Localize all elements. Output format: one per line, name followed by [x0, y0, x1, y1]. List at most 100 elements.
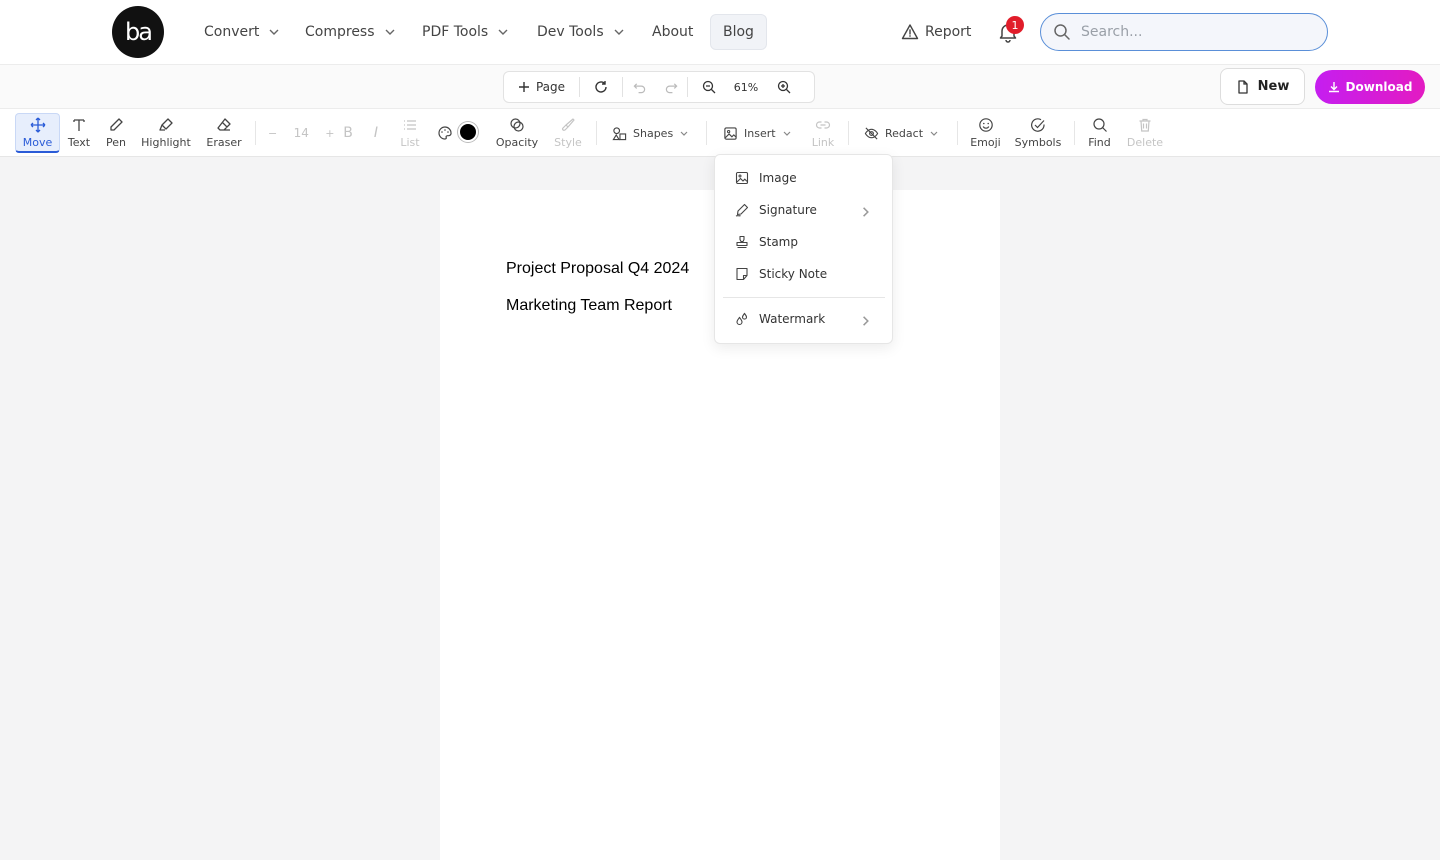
chevron-right-icon: [863, 316, 869, 326]
divider: [255, 121, 256, 145]
insert-menu-button[interactable]: Insert: [723, 113, 792, 153]
tool-style[interactable]: Style: [552, 113, 584, 153]
chevron-down-icon: [930, 131, 938, 136]
insert-stamp[interactable]: Stamp: [715, 227, 892, 257]
droplets-icon: [736, 312, 748, 326]
editor-toolbar: Move Text Pen Highlight Eraser − 14 + B …: [0, 109, 1440, 157]
undo-button[interactable]: [623, 72, 655, 102]
tool-find[interactable]: Find: [1087, 113, 1112, 153]
search-icon: [1054, 24, 1070, 40]
zoom-out-icon: [702, 80, 716, 94]
nav-blog[interactable]: Blog: [710, 14, 767, 50]
divider: [706, 121, 707, 145]
italic-button[interactable]: I: [367, 113, 385, 153]
refresh-icon: [595, 81, 607, 93]
insert-sticky-note[interactable]: Sticky Note: [715, 259, 892, 289]
undo-icon: [633, 82, 645, 93]
warning-triangle-icon: [901, 24, 919, 40]
nav-convert[interactable]: Convert: [204, 14, 281, 50]
new-document-button[interactable]: New: [1220, 68, 1305, 105]
refresh-button[interactable]: [580, 72, 622, 102]
add-page-button[interactable]: Page: [504, 72, 579, 102]
tool-pen[interactable]: Pen: [102, 113, 130, 153]
nav-compress[interactable]: Compress: [305, 14, 397, 50]
tool-highlight[interactable]: Highlight: [140, 113, 192, 153]
insert-image[interactable]: Image: [715, 163, 892, 193]
page-control-bar: Page 61% New Download: [0, 65, 1440, 109]
tool-emoji[interactable]: Emoji: [970, 113, 1001, 153]
chevron-right-icon: [863, 207, 869, 217]
download-button[interactable]: Download: [1315, 70, 1425, 104]
search-box: [1040, 13, 1328, 51]
page-controls: Page 61%: [503, 71, 815, 103]
signature-icon: [735, 203, 749, 217]
zoom-in-icon: [777, 80, 791, 94]
paintbrush-icon: [562, 118, 575, 131]
nav-dev-tools[interactable]: Dev Tools: [537, 14, 626, 50]
divider: [957, 121, 958, 145]
opacity-icon: [510, 118, 524, 132]
nav-about[interactable]: About: [652, 14, 693, 50]
smiley-icon: [978, 118, 993, 132]
top-navigation: ba Convert Compress PDF Tools Dev Tools …: [0, 0, 1440, 65]
tool-link[interactable]: Link: [810, 113, 836, 153]
zoom-level[interactable]: 61%: [730, 72, 762, 102]
nav-pdf-tools[interactable]: PDF Tools: [422, 14, 510, 50]
report-button[interactable]: Report: [901, 14, 971, 50]
redact-menu-button[interactable]: Redact: [864, 113, 939, 153]
trash-icon: [1139, 118, 1151, 132]
bold-button[interactable]: B: [339, 113, 357, 153]
logo[interactable]: ba: [112, 6, 164, 58]
search-input[interactable]: [1081, 24, 1311, 40]
eraser-icon: [217, 118, 231, 131]
sticky-note-icon: [736, 267, 748, 281]
current-color-swatch[interactable]: [458, 122, 478, 142]
palette-icon: [438, 126, 452, 140]
move-icon: [30, 117, 45, 132]
image-icon: [724, 126, 737, 140]
download-icon: [1328, 82, 1339, 93]
image-icon: [735, 171, 749, 185]
tool-text[interactable]: Text: [64, 113, 94, 153]
insert-signature[interactable]: Signature: [715, 195, 892, 225]
chevron-down-icon: [269, 29, 279, 35]
color-palette-button[interactable]: [436, 113, 454, 153]
document-text-line[interactable]: Project Proposal Q4 2024: [506, 260, 689, 278]
shapes-icon: [612, 126, 627, 140]
divider: [1074, 121, 1075, 145]
text-icon: [73, 119, 85, 131]
divider: [596, 121, 597, 145]
search-icon: [1092, 118, 1107, 132]
stamp-icon: [736, 235, 748, 249]
chevron-down-icon: [498, 29, 508, 35]
plus-icon: [518, 82, 529, 92]
link-icon: [815, 121, 831, 129]
chevron-down-icon: [385, 29, 395, 35]
tool-opacity[interactable]: Opacity: [494, 113, 540, 153]
list-icon: [404, 120, 416, 130]
tool-symbols[interactable]: Symbols: [1015, 113, 1061, 153]
check-circle-icon: [1031, 118, 1045, 132]
highlighter-icon: [159, 118, 173, 131]
divider: [848, 121, 849, 145]
redo-button[interactable]: [655, 72, 687, 102]
tool-list[interactable]: List: [396, 113, 424, 153]
pen-icon: [110, 118, 123, 131]
redo-icon: [665, 82, 677, 93]
tool-move[interactable]: Move: [15, 113, 60, 153]
insert-watermark[interactable]: Watermark: [715, 304, 892, 334]
chevron-down-icon: [680, 131, 688, 136]
notification-badge: 1: [1006, 16, 1024, 34]
divider: [723, 297, 885, 298]
font-size-increase[interactable]: +: [325, 127, 334, 140]
shapes-menu-button[interactable]: Shapes: [612, 113, 689, 153]
chevron-down-icon: [614, 29, 624, 35]
eye-off-icon: [864, 126, 879, 140]
zoom-in-button[interactable]: [762, 72, 806, 102]
zoom-out-button[interactable]: [688, 72, 730, 102]
tool-delete[interactable]: Delete: [1127, 113, 1163, 153]
document-text-line[interactable]: Marketing Team Report: [506, 297, 672, 315]
tool-eraser[interactable]: Eraser: [204, 113, 244, 153]
font-size-decrease[interactable]: −: [268, 127, 277, 140]
font-size-value[interactable]: 14: [283, 126, 319, 140]
